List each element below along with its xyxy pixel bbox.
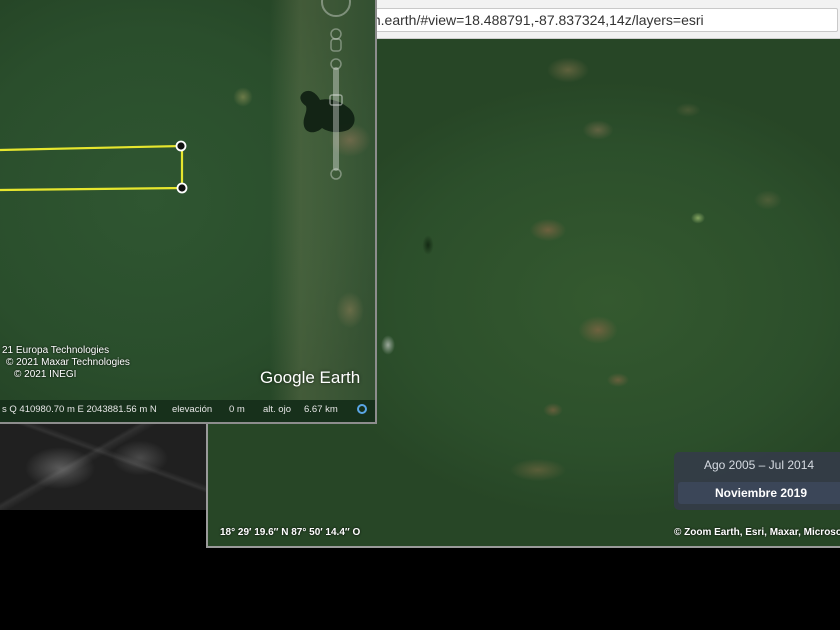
eye-altitude-value: 6.67 km xyxy=(304,404,338,415)
measure-path[interactable] xyxy=(0,136,200,198)
streaming-indicator-icon xyxy=(357,404,367,414)
imagery-copyright: 21 Europa Technologies © 2021 Maxar Tech… xyxy=(0,345,130,381)
cursor-coordinates: 18° 29′ 19.6″ N 87° 50′ 14.4″ O xyxy=(220,527,361,538)
utm-coordinates: s Q 410980.70 m E 2043881.56 m N xyxy=(2,404,157,415)
google-earth-logo: Google Earth xyxy=(260,368,361,387)
path-vertex[interactable] xyxy=(175,140,187,152)
path-vertex[interactable] xyxy=(176,182,188,194)
map-attribution[interactable]: © Zoom Earth, Esri, Maxar, Microso xyxy=(674,527,840,538)
elevation-value: 0 m xyxy=(229,404,245,415)
status-bar: s Q 410980.70 m E 2043881.56 m N elevaci… xyxy=(0,400,375,422)
street-view-icon[interactable] xyxy=(330,28,342,40)
compass-ring[interactable] xyxy=(321,0,351,17)
copyright-line: © 2021 Maxar Technologies xyxy=(6,357,130,368)
elevation-label: elevación xyxy=(172,404,213,415)
background-photo xyxy=(0,418,206,510)
date-option-2005-2014[interactable]: Ago 2005 – Jul 2014 xyxy=(674,458,840,472)
copyright-line: © 2021 INEGI xyxy=(14,369,77,380)
copyright-line: 21 Europa Technologies xyxy=(2,345,110,356)
imagery-date-selector[interactable]: Ago 2005 – Jul 2014 Noviembre 2019 xyxy=(674,452,840,510)
eye-altitude-label: alt. ojo xyxy=(263,404,291,415)
date-option-selected[interactable]: Noviembre 2019 xyxy=(678,482,840,504)
navigation-controls[interactable] xyxy=(316,0,356,190)
google-earth-window: 21 Europa Technologies © 2021 Maxar Tech… xyxy=(0,0,377,424)
